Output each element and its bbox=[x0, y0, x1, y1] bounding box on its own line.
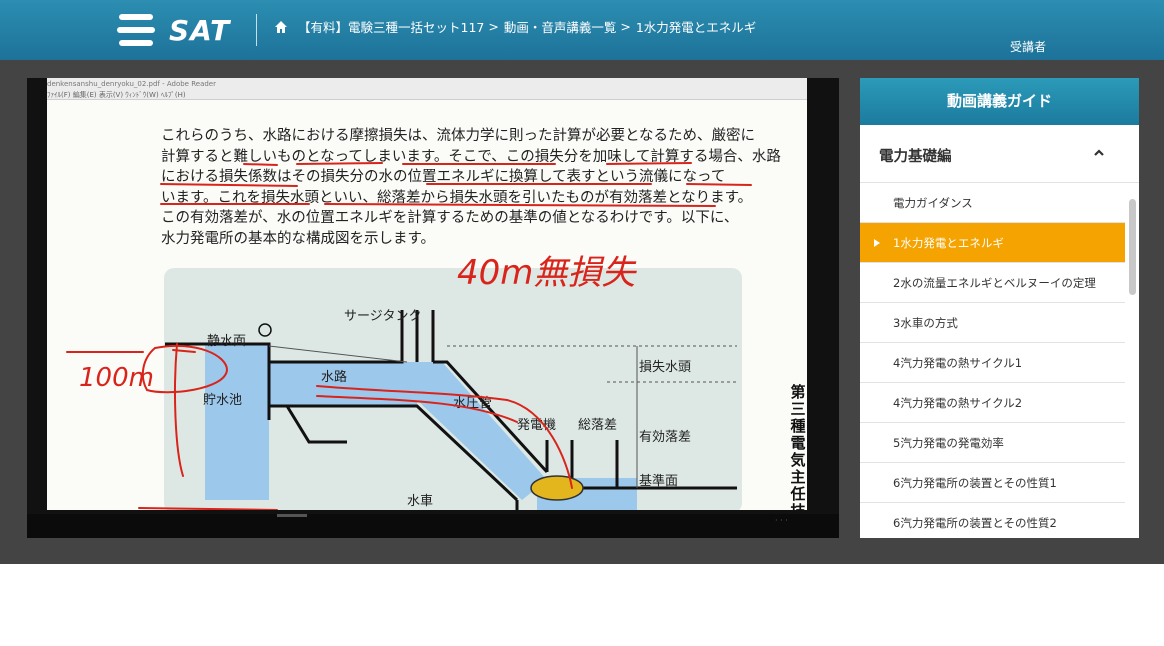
lecture-item-label: 電力ガイダンス bbox=[893, 196, 973, 210]
lecture-item-label: 4汽力発電の熱サイクル1 bbox=[893, 356, 1023, 370]
breadcrumb-lecture-list[interactable]: 動画・音声講義一覧 bbox=[504, 17, 617, 36]
pdf-page: これらのうち、水路における摩擦損失は、流体力学に則った計算が必要となるため、厳密… bbox=[47, 100, 807, 510]
reader-menu: ﾌｧｲﾙ(F) 編集(E) 表示(V) ｳｨﾝﾄﾞｳ(W) ﾍﾙﾌﾟ(H) bbox=[47, 91, 186, 99]
video-scrub-bar[interactable]: · · · bbox=[27, 514, 839, 538]
list-scrollbar[interactable] bbox=[1125, 183, 1139, 538]
lecture-item-label: 4汽力発電の熱サイクル2 bbox=[893, 396, 1023, 410]
breadcrumb-course[interactable]: 【有料】電験三種一括セット117 bbox=[298, 17, 484, 36]
main-stage: denkensanshu_denryoku_02.pdf - Adobe Rea… bbox=[0, 60, 1164, 564]
lecture-item-label: 3水車の方式 bbox=[893, 316, 958, 330]
pdf-reader-titlebar: denkensanshu_denryoku_02.pdf - Adobe Rea… bbox=[47, 78, 807, 100]
lecture-guide-panel: 動画講義ガイド 電力基礎編 電力ガイダンス 1水力発電とエネルギ 2水の流量エネ… bbox=[860, 78, 1139, 538]
section-header[interactable]: 電力基礎編 bbox=[860, 125, 1139, 183]
lecture-item[interactable]: 6汽力発電所の装置とその性質1 bbox=[860, 463, 1125, 503]
video-player[interactable]: denkensanshu_denryoku_02.pdf - Adobe Rea… bbox=[27, 78, 839, 538]
logo-text: SAT bbox=[169, 13, 231, 47]
breadcrumb: 【有料】電験三種一括セット117 > 動画・音声講義一覧 > 1水力発電とエネル… bbox=[274, 17, 756, 36]
lecture-item[interactable]: 3水車の方式 bbox=[860, 303, 1125, 343]
header-divider bbox=[256, 14, 257, 46]
lecture-item[interactable]: 5汽力発電の発電効率 bbox=[860, 423, 1125, 463]
logo-mark-icon bbox=[117, 14, 155, 46]
lecture-list: 電力ガイダンス 1水力発電とエネルギ 2水の流量エネルギとベルヌーイの定理 3水… bbox=[860, 183, 1125, 538]
book-side-title: 第三種電気主任技術 bbox=[790, 383, 806, 511]
section-label: 電力基礎編 bbox=[879, 149, 952, 165]
handwriting-note-left: 100m bbox=[79, 363, 154, 393]
breadcrumb-separator: > bbox=[488, 19, 499, 34]
lecture-item-active[interactable]: 1水力発電とエネルギ bbox=[860, 223, 1125, 263]
lecture-item-label: 1水力発電とエネルギ bbox=[893, 236, 1004, 250]
lecture-item[interactable]: 6汽力発電所の装置とその性質2 bbox=[860, 503, 1125, 538]
top-header: SAT 【有料】電験三種一括セット117 > 動画・音声講義一覧 > 1水力発電… bbox=[0, 0, 1164, 60]
lecture-item[interactable]: 4汽力発電の熱サイクル2 bbox=[860, 383, 1125, 423]
chevron-up-icon[interactable] bbox=[1092, 148, 1106, 158]
lecture-item-label: 6汽力発電所の装置とその性質2 bbox=[893, 516, 1057, 530]
home-icon[interactable] bbox=[274, 20, 288, 34]
sat-logo[interactable]: SAT bbox=[117, 13, 230, 47]
lecture-item-label: 5汽力発電の発電効率 bbox=[893, 436, 1004, 450]
handwriting-note-top: 40m無損失 bbox=[457, 253, 637, 293]
breadcrumb-current: 1水力発電とエネルギ bbox=[635, 20, 757, 35]
scrub-dots: · · · bbox=[775, 516, 788, 525]
handwriting-layer: 40m無損失 100m bbox=[66, 162, 752, 510]
panel-title: 動画講義ガイド bbox=[860, 78, 1139, 125]
lecture-item-label: 6汽力発電所の装置とその性質1 bbox=[893, 476, 1057, 490]
scrollbar-thumb[interactable] bbox=[1129, 199, 1136, 295]
scrub-handle[interactable] bbox=[277, 514, 307, 517]
breadcrumb-separator: > bbox=[620, 19, 631, 34]
lecture-item-label: 2水の流量エネルギとベルヌーイの定理 bbox=[893, 276, 1096, 290]
play-icon bbox=[874, 239, 880, 247]
user-label[interactable]: 受講者 bbox=[1010, 38, 1046, 55]
reader-title: denkensanshu_denryoku_02.pdf - Adobe Rea… bbox=[47, 80, 216, 88]
lecture-item[interactable]: 2水の流量エネルギとベルヌーイの定理 bbox=[860, 263, 1125, 303]
lecture-item[interactable]: 電力ガイダンス bbox=[860, 183, 1125, 223]
lecture-item[interactable]: 4汽力発電の熱サイクル1 bbox=[860, 343, 1125, 383]
